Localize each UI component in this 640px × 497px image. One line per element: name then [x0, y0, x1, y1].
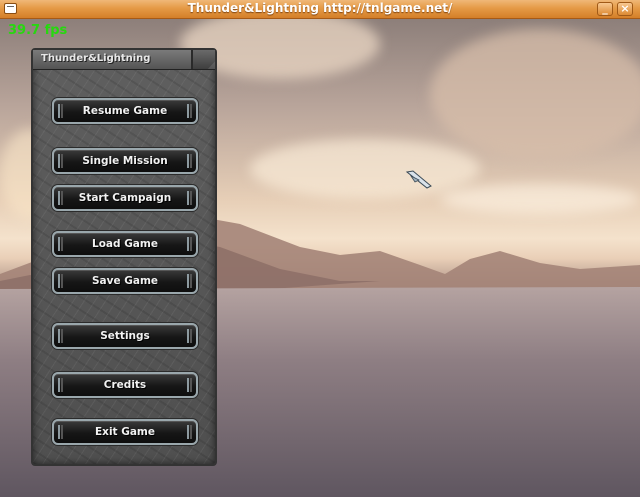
button-label: Exit Game	[95, 426, 155, 438]
window-title-bar: Thunder&Lightning http://tnlgame.net/ _ …	[0, 0, 640, 19]
exit-game-button[interactable]: Exit Game	[52, 419, 198, 445]
fps-counter: 39.7 fps	[8, 23, 68, 38]
single-mission-button[interactable]: Single Mission	[52, 148, 198, 174]
close-button[interactable]: ×	[617, 2, 633, 16]
button-label: Single Mission	[82, 155, 168, 167]
aircraft-icon	[405, 170, 432, 189]
panel-title: Thunder&Lightning	[41, 53, 151, 64]
save-game-button[interactable]: Save Game	[52, 268, 198, 294]
resume-game-button[interactable]: Resume Game	[52, 98, 198, 124]
button-label: Resume Game	[82, 105, 168, 117]
credits-button[interactable]: Credits	[52, 372, 198, 398]
button-label: Save Game	[91, 275, 159, 287]
button-label: Credits	[103, 379, 147, 391]
button-label: Load Game	[92, 238, 158, 250]
panel-title-bar: Thunder&Lightning	[33, 50, 215, 70]
settings-button[interactable]: Settings	[52, 323, 198, 349]
button-label: Settings	[100, 330, 150, 342]
window-title: Thunder&Lightning http://tnlgame.net/	[187, 1, 453, 15]
load-game-button[interactable]: Load Game	[52, 231, 198, 257]
minimize-button[interactable]: _	[597, 2, 613, 16]
button-label: Start Campaign	[78, 192, 172, 204]
start-campaign-button[interactable]: Start Campaign	[52, 185, 198, 211]
